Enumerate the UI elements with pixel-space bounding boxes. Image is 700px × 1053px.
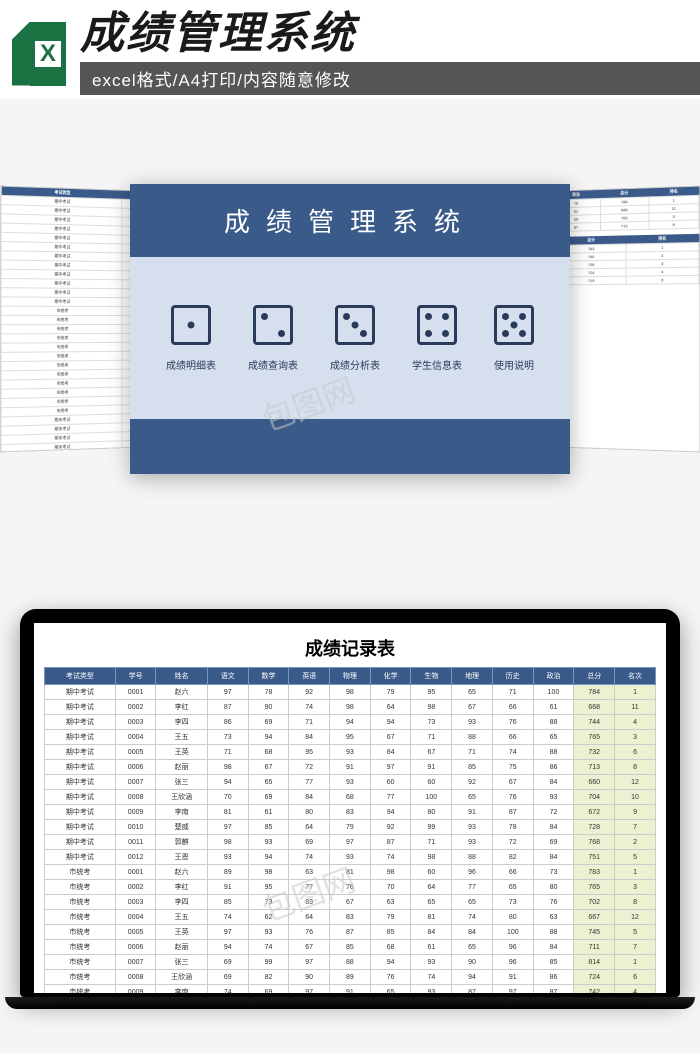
col-header: 历史 [492, 668, 533, 685]
table-row: 市统考0005王英97937687858484100887455 [45, 925, 656, 940]
dashboard-footer [130, 419, 570, 474]
table-row: 期中考试0005王英7168959384677174887326 [45, 745, 656, 760]
table-row: 期中考试0009李南8161808394809187726729 [45, 805, 656, 820]
nav-query[interactable]: 成绩查询表 [248, 305, 298, 372]
nav-detail[interactable]: 成绩明细表 [166, 305, 216, 372]
col-header: 数学 [248, 668, 289, 685]
table-row: 期中考试0006赵丽9867729197918575867138 [45, 760, 656, 775]
table-row: 期中考试0012王恩9394749374988882847515 [45, 850, 656, 865]
col-header: 政治 [533, 668, 574, 685]
col-header: 学号 [115, 668, 156, 685]
dashboard-card: 成绩管理系统 成绩明细表 成绩查询表 成绩分析表 学生信息表 使用说明 [130, 184, 570, 474]
dashboard-title: 成绩管理系统 [130, 184, 570, 257]
page-subtitle: excel格式/A4打印/内容随意修改 [80, 62, 700, 95]
nav-analysis[interactable]: 成绩分析表 [330, 305, 380, 372]
dice-3-icon [335, 305, 375, 345]
col-header: 物理 [330, 668, 371, 685]
col-header: 英语 [289, 668, 330, 685]
dice-4-icon [417, 305, 457, 345]
title-block: 成绩管理系统 excel格式/A4打印/内容随意修改 [80, 12, 700, 95]
col-header: 化学 [370, 668, 411, 685]
col-header: 总分 [574, 668, 615, 685]
col-header: 名次 [615, 668, 656, 685]
dice-5-icon [494, 305, 534, 345]
col-header: 考试类型 [45, 668, 116, 685]
page-title: 成绩管理系统 [80, 12, 700, 56]
nav-students[interactable]: 学生信息表 [412, 305, 462, 372]
table-row: 期中考试0003李四8669719494739376887444 [45, 715, 656, 730]
score-table: 考试类型学号姓名语文数学英语物理化学生物地理历史政治总分名次 期中考试0001赵… [44, 667, 656, 993]
table-row: 市统考0004王五74626483798174806366712 [45, 910, 656, 925]
dashboard-nav: 成绩明细表 成绩查询表 成绩分析表 学生信息表 使用说明 [130, 257, 570, 419]
laptop-base [5, 997, 695, 1009]
table-row: 市统考0003李四8573836763656573767028 [45, 895, 656, 910]
table-row: 期中考试0008王欣涵706984687710065769370410 [45, 790, 656, 805]
table-row: 市统考0006赵丽9474678568616596847117 [45, 940, 656, 955]
table-row: 市统考0008王欣涵6982908976749491867246 [45, 970, 656, 985]
table-row: 期中考试0004王五7394849567718866657653 [45, 730, 656, 745]
page-header: X 成绩管理系统 excel格式/A4打印/内容随意修改 [0, 0, 700, 99]
laptop-mockup: 成绩记录表 考试类型学号姓名语文数学英语物理化学生物地理历史政治总分名次 期中考… [0, 609, 700, 997]
dice-1-icon [171, 305, 211, 345]
col-header: 地理 [452, 668, 493, 685]
table-row: 期中考试0010楚威9785647992999378847287 [45, 820, 656, 835]
table-row: 市统考0009李南7469979165938797877424 [45, 985, 656, 994]
col-header: 姓名 [156, 668, 207, 685]
excel-icon: X [12, 22, 66, 86]
dice-2-icon [253, 305, 293, 345]
nav-help[interactable]: 使用说明 [494, 305, 534, 372]
col-header: 语文 [207, 668, 248, 685]
table-row: 市统考0001赵六8998638198609666737831 [45, 865, 656, 880]
table-row: 期中考试0011郭麒9893699787719372697682 [45, 835, 656, 850]
table-row: 期中考试0007张三94657793606092678466012 [45, 775, 656, 790]
table-row: 期中考试0002李红87907498649867666166811 [45, 700, 656, 715]
table-row: 期中考试0001赵六97789298799565711007841 [45, 685, 656, 700]
col-header: 生物 [411, 668, 452, 685]
showcase: 考试类型学号期中考试0001期中考试0002期中考试0003期中考试0004期中… [0, 129, 700, 529]
table-row: 市统考0007张三6999978894939096858141 [45, 955, 656, 970]
record-title: 成绩记录表 [44, 629, 656, 667]
table-row: 市统考0002李红9195777670647765807653 [45, 880, 656, 895]
